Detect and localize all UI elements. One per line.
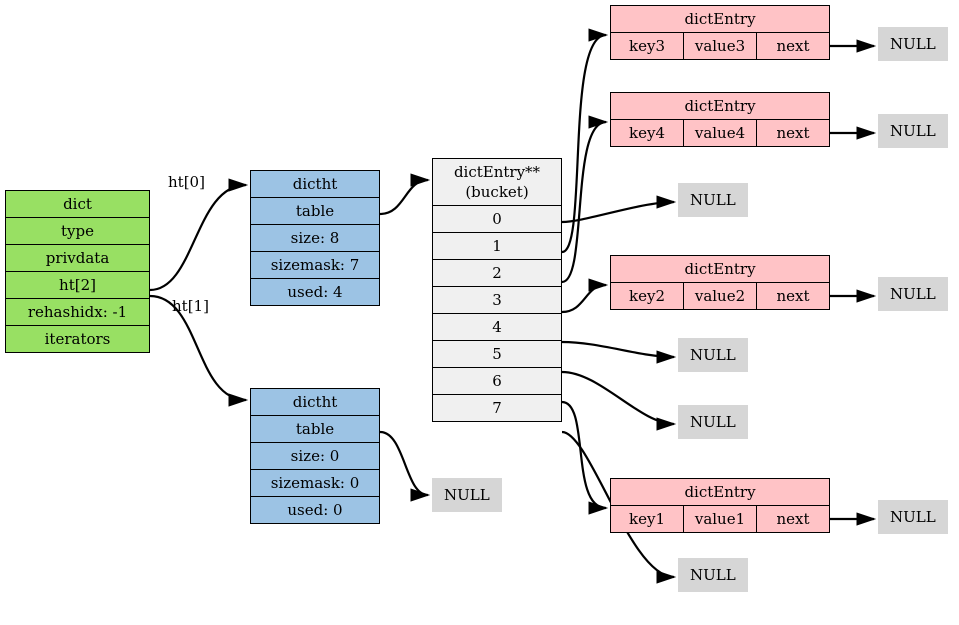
bucket-node: dictEntry** (bucket) 0 1 2 3 4 5 6 7	[432, 158, 562, 422]
bucket-slot-5: 5	[433, 340, 561, 367]
edge-label-ht0: ht[0]	[168, 173, 205, 191]
entry-head: dictEntry	[611, 6, 829, 32]
null-box: NULL	[678, 183, 748, 217]
entry-value: value2	[684, 283, 757, 309]
bucket-slot-0: 0	[433, 205, 561, 232]
entry-value: value1	[684, 506, 757, 532]
dictht0-title: dictht	[251, 171, 379, 197]
dictht0-table: table	[251, 197, 379, 224]
entry-key: key2	[611, 283, 684, 309]
dict-field: type	[6, 217, 149, 244]
dictht0-size: size: 8	[251, 224, 379, 251]
bucket-slot-2: 2	[433, 259, 561, 286]
dict-node: dict type privdata ht[2] rehashidx: -1 i…	[5, 190, 150, 353]
null-box: NULL	[878, 277, 948, 311]
dictht1-sizemask: sizemask: 0	[251, 469, 379, 496]
entry-next: next	[757, 283, 829, 309]
entry-key: key4	[611, 120, 684, 146]
dict-entry-4: dictEntry key4 value4 next	[610, 92, 830, 147]
bucket-slot-6: 6	[433, 367, 561, 394]
dict-entry-2: dictEntry key2 value2 next	[610, 255, 830, 310]
null-box: NULL	[678, 338, 748, 372]
dict-title: dict	[6, 191, 149, 217]
edge-label-ht1: ht[1]	[172, 297, 209, 315]
null-box: NULL	[678, 558, 748, 592]
dictht1-title: dictht	[251, 389, 379, 415]
entry-next: next	[757, 506, 829, 532]
entry-key: key3	[611, 33, 684, 59]
entry-next: next	[757, 120, 829, 146]
entry-value: value3	[684, 33, 757, 59]
entry-head: dictEntry	[611, 256, 829, 282]
bucket-title-l1: dictEntry**	[433, 159, 561, 183]
entry-head: dictEntry	[611, 479, 829, 505]
dictht1-table: table	[251, 415, 379, 442]
entry-next: next	[757, 33, 829, 59]
dictht1-node: dictht table size: 0 sizemask: 0 used: 0	[250, 388, 380, 524]
dict-field: privdata	[6, 244, 149, 271]
null-box: NULL	[678, 405, 748, 439]
dictht0-sizemask: sizemask: 7	[251, 251, 379, 278]
dict-entry-1: dictEntry key1 value1 next	[610, 478, 830, 533]
dict-field: iterators	[6, 325, 149, 352]
dictht1-size: size: 0	[251, 442, 379, 469]
entry-head: dictEntry	[611, 93, 829, 119]
bucket-slot-4: 4	[433, 313, 561, 340]
entry-value: value4	[684, 120, 757, 146]
bucket-slot-7: 7	[433, 394, 561, 421]
bucket-slot-1: 1	[433, 232, 561, 259]
dict-entry-3: dictEntry key3 value3 next	[610, 5, 830, 60]
dict-field-ht: ht[2]	[6, 271, 149, 298]
bucket-slot-3: 3	[433, 286, 561, 313]
dictht1-used: used: 0	[251, 496, 379, 523]
null-box: NULL	[878, 114, 948, 148]
bucket-title-l2: (bucket)	[433, 183, 561, 205]
dict-field: rehashidx: -1	[6, 298, 149, 325]
null-box: NULL	[878, 500, 948, 534]
null-box: NULL	[432, 478, 502, 512]
dictht0-used: used: 4	[251, 278, 379, 305]
null-box: NULL	[878, 27, 948, 61]
dictht0-node: dictht table size: 8 sizemask: 7 used: 4	[250, 170, 380, 306]
entry-key: key1	[611, 506, 684, 532]
